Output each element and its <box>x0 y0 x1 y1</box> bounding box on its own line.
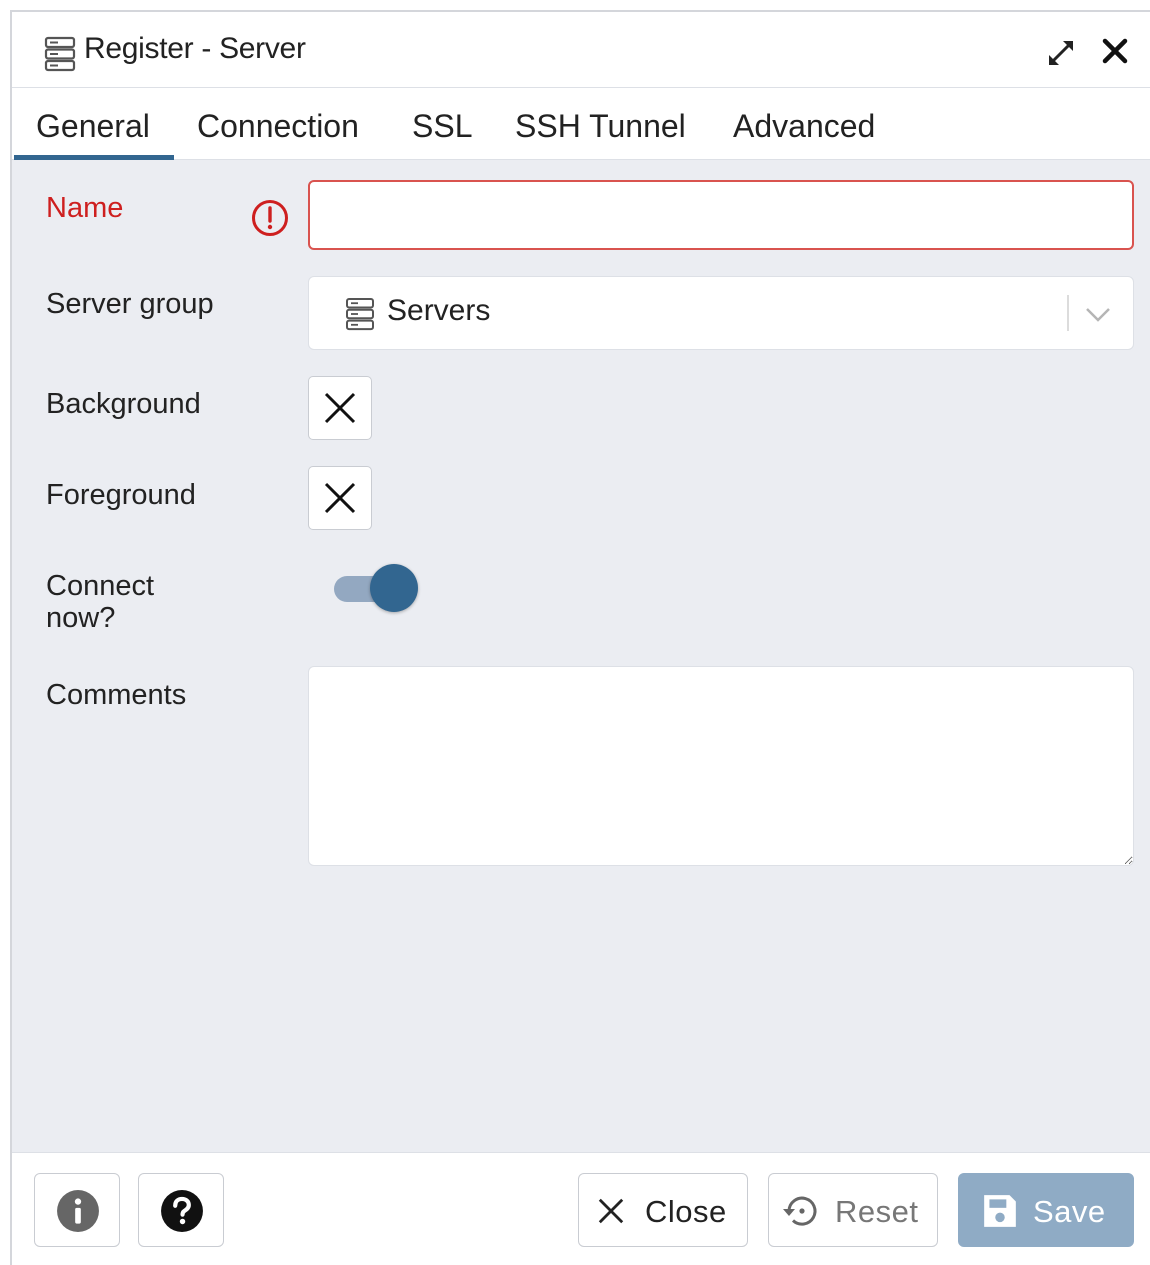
tab-ssl[interactable]: SSL <box>412 108 472 145</box>
connect-now-label-line2: now? <box>46 602 116 634</box>
tab-bar: General Connection SSL SSH Tunnel Advanc… <box>12 88 1150 160</box>
connect-now-label-line1: Connect <box>46 570 155 602</box>
tab-ssh-tunnel[interactable]: SSH Tunnel <box>515 108 686 145</box>
close-button[interactable]: Close <box>578 1173 748 1247</box>
server-group-select[interactable]: Servers <box>308 276 1134 350</box>
foreground-label: Foreground <box>46 479 196 511</box>
chevron-down-icon[interactable] <box>1081 299 1115 329</box>
background-label: Background <box>46 388 201 420</box>
tab-advanced[interactable]: Advanced <box>733 108 875 145</box>
comments-textarea[interactable] <box>308 666 1134 866</box>
active-tab-indicator <box>14 155 174 160</box>
server-icon <box>44 36 76 72</box>
dialog-title: Register - Server <box>84 32 306 65</box>
close-icon <box>598 1198 624 1224</box>
save-button[interactable]: Save <box>958 1173 1134 1247</box>
help-button[interactable] <box>138 1173 224 1247</box>
reset-button-label: Reset <box>835 1194 919 1229</box>
dialog-footer: Close Reset Save <box>12 1152 1150 1265</box>
info-button[interactable] <box>34 1173 120 1247</box>
reset-button[interactable]: Reset <box>768 1173 938 1247</box>
comments-label: Comments <box>46 679 187 711</box>
server-group-value: Servers <box>387 294 491 327</box>
error-icon <box>252 200 288 236</box>
server-group-label: Server group <box>46 288 214 320</box>
toggle-thumb <box>370 564 418 612</box>
background-color-picker[interactable] <box>308 376 372 440</box>
select-separator <box>1067 295 1069 331</box>
server-icon <box>346 298 374 331</box>
connect-now-toggle[interactable] <box>334 564 420 612</box>
save-button-label: Save <box>1033 1194 1106 1229</box>
close-button-label: Close <box>645 1194 727 1229</box>
dialog-titlebar[interactable]: Register - Server <box>12 12 1150 88</box>
reset-icon <box>783 1196 817 1226</box>
name-label: Name <box>46 192 124 224</box>
expand-icon[interactable] <box>1044 36 1078 70</box>
info-icon <box>57 1190 99 1232</box>
connect-now-label: Connect now? <box>46 570 154 634</box>
clear-color-icon <box>324 392 356 424</box>
save-icon <box>984 1195 1016 1227</box>
register-server-dialog: Register - Server General Connection SSL… <box>10 10 1150 1265</box>
foreground-color-picker[interactable] <box>308 466 372 530</box>
name-input[interactable] <box>308 180 1134 250</box>
close-icon[interactable] <box>1100 36 1130 66</box>
clear-color-icon <box>324 482 356 514</box>
tab-connection[interactable]: Connection <box>197 108 359 145</box>
tab-general[interactable]: General <box>36 108 150 145</box>
help-icon <box>161 1190 203 1232</box>
